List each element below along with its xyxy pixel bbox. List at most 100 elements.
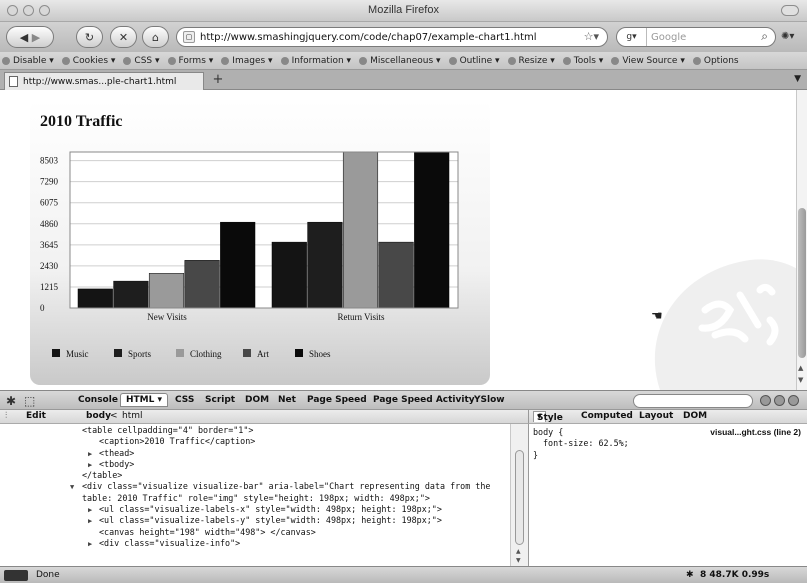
fb-tab-script[interactable]: Script	[205, 395, 235, 405]
dev-menu-information[interactable]: Information ▾	[280, 56, 351, 66]
scroll-up-arrow-icon[interactable]: ▲	[798, 364, 803, 372]
site-identity-icon[interactable]: ▢	[183, 31, 195, 43]
edit-button[interactable]: Edit	[26, 411, 46, 421]
cookies-icon	[61, 56, 70, 65]
dev-menu-css[interactable]: CSS ▾	[123, 56, 160, 66]
html-panel-scrollbar-thumb[interactable]	[515, 450, 524, 545]
code-line[interactable]: ▼ <div class="visualize visualize-bar" ar…	[0, 481, 510, 492]
side-tab-computed[interactable]: Computed	[581, 411, 633, 421]
stop-button[interactable]: ✕	[110, 26, 137, 48]
code-text: <div class="visualize-info">	[99, 537, 241, 548]
forward-arrow-icon[interactable]: ▶	[32, 31, 40, 44]
images-icon	[221, 56, 230, 65]
toolbar-toggle-button[interactable]	[781, 5, 799, 16]
code-line[interactable]: <canvas height="198" width="498"> </canv…	[0, 527, 510, 538]
back-forward-buttons[interactable]: ◀ ▶	[6, 26, 54, 48]
reload-button[interactable]: ↻	[76, 26, 103, 48]
code-line[interactable]: <caption>2010 Traffic</caption>	[0, 436, 510, 447]
dev-menu-images[interactable]: Images ▾	[221, 56, 273, 66]
scroll-up-arrow-icon[interactable]: ▲	[516, 548, 521, 555]
status-text: Done	[36, 570, 60, 580]
firebug-search-input[interactable]	[633, 394, 753, 408]
dev-menu-tools[interactable]: Tools ▾	[562, 56, 603, 66]
bookmark-star-icon[interactable]: ☆▾	[584, 30, 599, 43]
css-close-brace: }	[533, 449, 539, 460]
css-property[interactable]: font-size: 62.5%;	[533, 438, 803, 449]
tab-label: http://www.smas...ple-chart1.html	[23, 76, 177, 87]
side-tab-layout[interactable]: Layout	[639, 411, 673, 421]
legend-label: Sports	[128, 349, 152, 359]
dev-menu-disable[interactable]: Disable ▾	[2, 56, 54, 66]
tab-example-chart[interactable]: http://www.smas...ple-chart1.html	[4, 72, 204, 90]
url-text[interactable]: http://www.smashingjquery.com/code/chap0…	[200, 32, 537, 43]
search-icon[interactable]: ⌕	[761, 29, 768, 44]
page-scrollbar-thumb[interactable]	[798, 208, 806, 358]
code-line[interactable]: ▶ <ul class="visualize-labels-x" style="w…	[0, 504, 510, 515]
firebug-close-button[interactable]	[788, 395, 799, 406]
firebug-status-icon[interactable]	[4, 570, 28, 581]
firebug-minimize-button[interactable]	[760, 395, 771, 406]
css-source-link[interactable]: visual...ght.css (line 2)	[710, 427, 801, 438]
code-line[interactable]: ▶ <div class="visualize-info">	[0, 538, 510, 549]
fb-tab-css[interactable]: CSS	[175, 395, 194, 405]
side-tab-style-label: Style	[537, 413, 563, 423]
bar	[414, 151, 450, 309]
expand-twisty-icon[interactable]: ▶	[88, 539, 92, 550]
firebug-bug-icon[interactable]: ✱	[6, 394, 16, 408]
tab-list-icon[interactable]: ▼	[794, 74, 801, 84]
dev-menu-cookies[interactable]: Cookies ▾	[61, 56, 115, 66]
fb-tab-page-speed[interactable]: Page Speed	[307, 395, 367, 405]
yslow-icon[interactable]: ✱	[686, 570, 694, 580]
fb-tab-console[interactable]: Console	[78, 395, 118, 405]
break-icon[interactable]: ⫶	[5, 411, 7, 421]
gear-menu-icon[interactable]: ✺▾	[781, 31, 794, 42]
url-bar[interactable]: ▢ http://www.smashingjquery.com/code/cha…	[176, 27, 608, 47]
breadcrumb-html[interactable]: html	[122, 411, 143, 421]
fb-tab-net[interactable]: Net	[278, 395, 296, 405]
dev-menu-view-source[interactable]: View Source ▾	[611, 56, 685, 66]
firebug-detach-button[interactable]	[774, 395, 785, 406]
web-developer-toolbar: Disable ▾ Cookies ▾ CSS ▾ Forms ▾ Images…	[0, 52, 807, 70]
dev-menu-miscellaneous[interactable]: Miscellaneous ▾	[359, 56, 441, 66]
breadcrumb-separator-icon: <	[110, 411, 118, 421]
search-engine-icon[interactable]: g▾	[617, 28, 647, 46]
fb-tab-html[interactable]: HTML ▾	[120, 393, 169, 407]
side-panel-tabs: Style ▾ Computed Layout DOM	[528, 410, 807, 424]
code-line[interactable]: ▶ <ul class="visualize-labels-y" style="w…	[0, 515, 510, 526]
side-tab-style[interactable]: Style ▾	[533, 411, 563, 423]
fb-tab-yslow[interactable]: YSlow	[474, 395, 505, 405]
code-line[interactable]: ▶ <thead>	[0, 448, 510, 459]
side-tab-dom[interactable]: DOM	[683, 411, 707, 421]
breadcrumb-body[interactable]: body	[86, 411, 111, 421]
dev-menu-resize[interactable]: Resize ▾	[507, 56, 555, 66]
scroll-down-arrow-icon[interactable]: ▼	[798, 376, 803, 384]
dev-menu-options[interactable]: Options	[692, 56, 739, 66]
search-bar[interactable]: g▾ Google ⌕	[616, 27, 776, 47]
legend-swatch	[243, 349, 251, 357]
y-tick-label: 7290	[40, 177, 59, 187]
new-tab-button[interactable]: +	[208, 73, 228, 88]
home-button[interactable]: ⌂	[142, 26, 169, 48]
html-panel-scrollbar[interactable]: ▲ ▼	[510, 424, 528, 566]
back-arrow-icon[interactable]: ◀	[20, 31, 28, 44]
inspect-icon[interactable]: ⬚	[24, 394, 35, 408]
options-icon	[692, 56, 701, 65]
fb-tab-dom[interactable]: DOM	[245, 395, 269, 405]
code-text: <ul class="visualize-labels-y" style="wi…	[99, 515, 442, 526]
firebug-toolbar: ✱ ⬚ Console HTML ▾ CSS Script DOM Net Pa…	[0, 390, 807, 410]
stop-icon: ✕	[118, 30, 129, 44]
scroll-down-arrow-icon[interactable]: ▼	[516, 557, 521, 564]
code-line[interactable]: table: 2010 Traffic" role="img" style="h…	[0, 493, 510, 504]
page-size-info: 8 48.7K 0.99s	[700, 570, 770, 580]
watermark-logo	[654, 259, 796, 390]
search-input[interactable]: Google	[651, 32, 686, 43]
page-scrollbar[interactable]: ▲ ▼	[796, 90, 807, 390]
code-line[interactable]: ▶ <tbody>	[0, 459, 510, 470]
code-line[interactable]: </table>	[0, 470, 510, 481]
dev-menu-label: View Source	[622, 55, 678, 66]
fb-tab-page-speed-activity[interactable]: Page Speed Activity	[373, 395, 475, 405]
dev-menu-label: Miscellaneous	[370, 55, 434, 66]
dev-menu-outline[interactable]: Outline ▾	[448, 56, 500, 66]
code-line[interactable]: <table cellpadding="4" border="1">	[0, 425, 510, 436]
dev-menu-forms[interactable]: Forms ▾	[167, 56, 213, 66]
